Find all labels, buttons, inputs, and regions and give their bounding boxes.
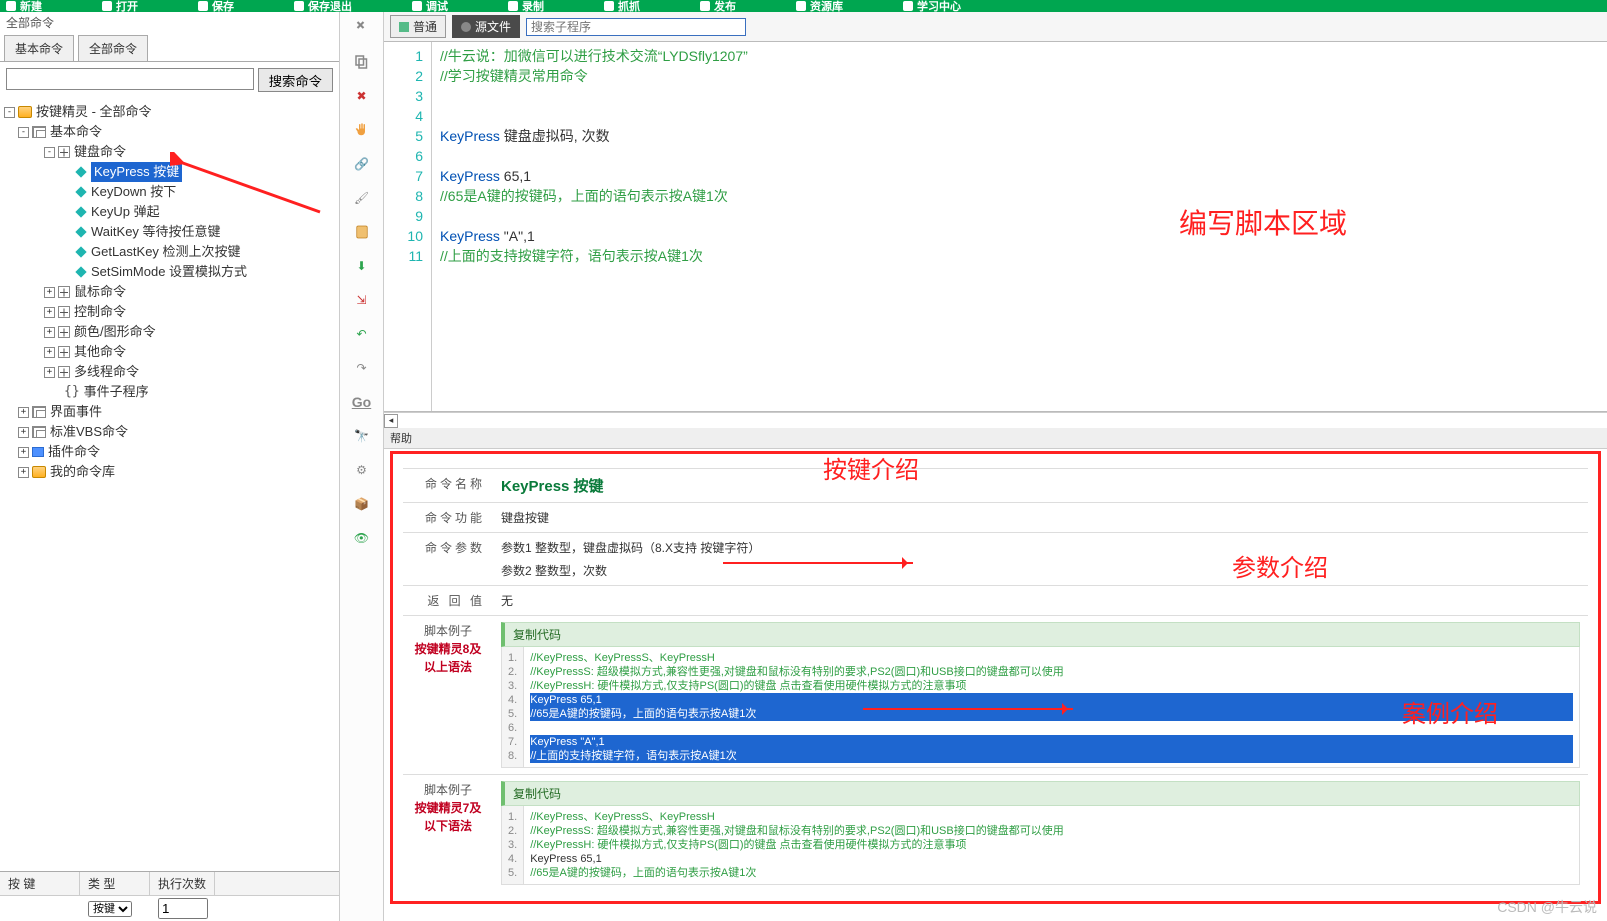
- category-icon: [58, 366, 70, 378]
- expand-icon[interactable]: +: [18, 467, 29, 478]
- vertical-toolstrip: ✖ 🔗 🖌 ⬇ ⇲ ↶ ↷ Go 🔭 ⚙ 📦 👁: [340, 12, 384, 921]
- db-icon: [18, 106, 32, 118]
- group-icon: [32, 406, 46, 418]
- left-tabs: 基本命令 全部命令: [0, 35, 339, 62]
- right-panel: 普通 源文件 1234567891011 //牛云说：加微信可以进行技术交流“L…: [384, 12, 1607, 921]
- expand-icon[interactable]: +: [44, 367, 55, 378]
- settings-icon[interactable]: ⚙: [351, 460, 373, 480]
- type-select[interactable]: 按键: [88, 901, 132, 917]
- item-icon: [75, 246, 86, 257]
- tab-all-cmd[interactable]: 全部命令: [78, 35, 148, 61]
- category-icon: [58, 286, 70, 298]
- link-icon[interactable]: 🔗: [351, 154, 373, 174]
- cut-icon[interactable]: [351, 18, 373, 38]
- expand-icon[interactable]: +: [44, 287, 55, 298]
- copy-code-link[interactable]: 复制代码: [501, 781, 1580, 806]
- annotation-arrow-icon: [863, 708, 1073, 710]
- annotation-editor: 编写脚本区域: [1179, 202, 1347, 242]
- cmd-search-input[interactable]: [6, 68, 254, 90]
- expand-icon[interactable]: +: [44, 307, 55, 318]
- go-button[interactable]: Go: [351, 392, 373, 412]
- tree-item[interactable]: SetSimMode 设置模拟方式: [91, 262, 247, 282]
- doc-tab-normal[interactable]: 普通: [390, 15, 446, 38]
- subroutine-search-input[interactable]: [526, 18, 746, 36]
- clipboard-icon[interactable]: [351, 222, 373, 242]
- group-icon: [32, 426, 46, 438]
- annotation-case: 案例介绍: [1402, 694, 1498, 729]
- left-top-label: 全部命令: [0, 12, 339, 33]
- eye-icon[interactable]: 👁: [351, 528, 373, 548]
- category-icon: [58, 306, 70, 318]
- brace-icon: {}: [64, 382, 80, 402]
- cross-icon[interactable]: ✖: [351, 86, 373, 106]
- copy-icon[interactable]: [351, 52, 373, 72]
- item-icon: [75, 186, 86, 197]
- example-code-7: 复制代码 1.2.3.4.5. //KeyPress、KeyPressS、Key…: [501, 781, 1580, 885]
- hand-icon[interactable]: [351, 120, 373, 140]
- code-body[interactable]: //牛云说：加微信可以进行技术交流“LYDSfly1207” //学习按键精灵常…: [432, 42, 1607, 411]
- cmd-search-button[interactable]: 搜索命令: [258, 68, 333, 92]
- group-icon: [32, 126, 46, 138]
- help-tab[interactable]: 帮助: [384, 428, 1607, 449]
- tree-item[interactable]: GetLastKey 检测上次按键: [91, 242, 241, 262]
- brush-icon[interactable]: 🖌: [351, 188, 373, 208]
- tab-basic-cmd[interactable]: 基本命令: [4, 35, 74, 61]
- db-icon: [32, 466, 46, 478]
- collapse-icon[interactable]: -: [44, 147, 55, 158]
- left-panel: 全部命令 基本命令 全部命令 搜索命令 -按键精灵 - 全部命令 -基本命令 -…: [0, 12, 340, 921]
- command-tree[interactable]: -按键精灵 - 全部命令 -基本命令 -键盘命令 KeyPress 按键 Key…: [0, 98, 339, 489]
- expand-icon[interactable]: +: [44, 347, 55, 358]
- left-bottom-grid: 按 键 类 型 执行次数 按键: [0, 871, 339, 921]
- package-icon[interactable]: 📦: [351, 494, 373, 514]
- doc-tab-bar: 普通 源文件: [384, 12, 1607, 42]
- expand-icon[interactable]: +: [18, 407, 29, 418]
- item-icon: [75, 266, 86, 277]
- category-icon: [58, 146, 70, 158]
- expand-icon[interactable]: +: [18, 427, 29, 438]
- doc-tab-source[interactable]: 源文件: [452, 15, 520, 38]
- line-gutter: 1234567891011: [384, 42, 432, 411]
- down-icon[interactable]: ⬇: [351, 256, 373, 276]
- shrink-icon[interactable]: ⇲: [351, 290, 373, 310]
- item-icon: [75, 206, 86, 217]
- editor-hscroll[interactable]: ◂: [384, 412, 1607, 428]
- annotation-param: 参数介绍: [1232, 548, 1328, 583]
- watermark: CSDN @牛云说: [1497, 897, 1597, 917]
- binoculars-icon[interactable]: 🔭: [351, 426, 373, 446]
- collapse-icon[interactable]: -: [4, 107, 15, 118]
- item-icon: [75, 166, 86, 177]
- help-table: 命令名称KeyPress 按键 命令功能键盘按键 命令参数 参数1 整数型，键盘…: [403, 468, 1588, 891]
- tree-item[interactable]: KeyDown 按下: [91, 182, 176, 202]
- collapse-icon[interactable]: -: [18, 127, 29, 138]
- plugin-icon: [32, 447, 44, 457]
- annotation-arrow-icon: [723, 562, 913, 564]
- category-icon: [58, 346, 70, 358]
- item-icon: [75, 226, 86, 237]
- category-icon: [58, 326, 70, 338]
- copy-code-link[interactable]: 复制代码: [501, 622, 1580, 647]
- code-editor[interactable]: 1234567891011 //牛云说：加微信可以进行技术交流“LYDSfly1…: [384, 42, 1607, 412]
- tree-item[interactable]: KeyUp 弹起: [91, 202, 160, 222]
- expand-icon[interactable]: +: [18, 447, 29, 458]
- help-box: 按键介绍 参数介绍 案例介绍 命令名称KeyPress 按键 命令功能键盘按键 …: [390, 451, 1601, 904]
- main-toolbar: 新建 打开 保存 保存退出 调试 录制 抓抓 发布 资源库 学习中心: [0, 0, 1607, 12]
- tree-item[interactable]: WaitKey 等待按任意键: [91, 222, 221, 242]
- expand-icon[interactable]: +: [44, 327, 55, 338]
- count-input[interactable]: [158, 898, 208, 919]
- undo-icon[interactable]: ↶: [351, 324, 373, 344]
- tree-item-keypress[interactable]: KeyPress 按键: [91, 162, 182, 182]
- annotation-intro: 按键介绍: [823, 450, 919, 485]
- redo-icon[interactable]: ↷: [351, 358, 373, 378]
